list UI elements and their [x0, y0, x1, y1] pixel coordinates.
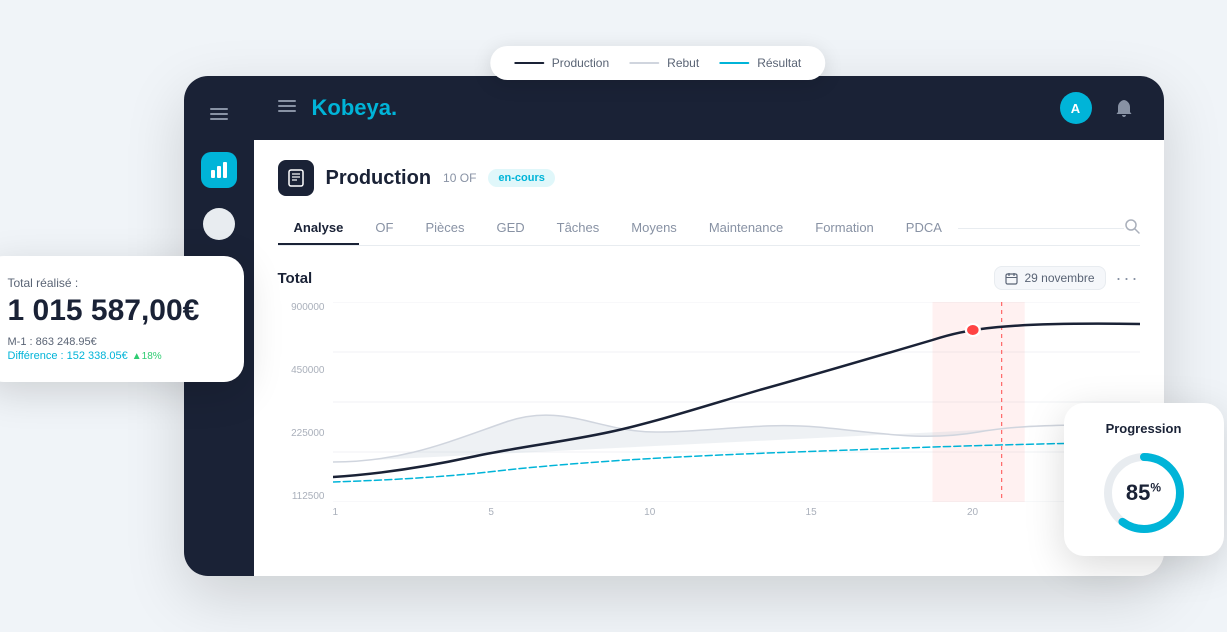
card-total-diff: Différence : 152 338.05€ ▲18% [8, 350, 220, 362]
tab-ged[interactable]: GED [480, 212, 540, 245]
legend-item-production: Production [514, 56, 609, 70]
logo-dot: . [391, 95, 397, 120]
tab-formation[interactable]: Formation [799, 212, 890, 245]
legend-label-resultat: Résultat [757, 56, 801, 70]
tab-pdca[interactable]: PDCA [890, 212, 958, 245]
legend-line-rebut [629, 62, 659, 64]
x-label-5: 20 [967, 507, 978, 518]
page-subtitle: 10 OF [443, 171, 476, 185]
progress-value: 85% [1126, 480, 1161, 506]
chart-more-button[interactable]: ··· [1116, 268, 1140, 289]
y-label-4: 112500 [292, 491, 325, 502]
page-title: Production [326, 167, 432, 190]
card-progression-title: Progression [1082, 421, 1206, 436]
tab-moyens[interactable]: Moyens [615, 212, 693, 245]
header: Kobeya. A [254, 76, 1164, 140]
chart-date-label: 29 novembre [1024, 271, 1094, 285]
chart-area [333, 302, 1140, 502]
card-total-diff-pct: ▲18% [132, 351, 162, 362]
card-total-label: Total réalisé : [8, 276, 220, 290]
tab-taches[interactable]: Tâches [541, 212, 616, 245]
tab-maintenance[interactable]: Maintenance [693, 212, 799, 245]
page-icon [278, 160, 314, 196]
x-label-4: 15 [806, 507, 817, 518]
sidebar-item-analytics[interactable] [201, 152, 237, 188]
nav-tabs: Analyse OF Pièces GED Tâches Moyens Main… [278, 212, 1140, 246]
legend-label-rebut: Rebut [667, 56, 699, 70]
chart-container: 900000 450000 225000 112500 [278, 302, 1140, 522]
card-total-value: 1 015 587,00€ [8, 294, 220, 328]
chart-header: Total 29 novembre ··· [278, 266, 1140, 290]
card-total: Total réalisé : 1 015 587,00€ M-1 : 863 … [0, 256, 244, 382]
y-label-3: 225000 [291, 428, 324, 439]
legend-line-resultat [719, 62, 749, 64]
legend-label-production: Production [552, 56, 609, 70]
chart-title: Total [278, 270, 313, 287]
notification-bell[interactable] [1108, 92, 1140, 124]
legend-item-resultat: Résultat [719, 56, 801, 70]
y-label-2: 450000 [291, 365, 324, 376]
dashboard-card: Kobeya. A [184, 76, 1164, 576]
scene: Production Rebut Résultat [64, 36, 1164, 596]
y-label-1: 900000 [291, 302, 324, 313]
card-total-prev: M-1 : 863 248.95€ [8, 336, 220, 348]
page-header: Production 10 OF en-cours [278, 160, 1140, 196]
tab-pieces[interactable]: Pièces [409, 212, 480, 245]
main-content: Production 10 OF en-cours Analyse OF Piè… [254, 140, 1164, 576]
user-avatar[interactable]: A [1060, 92, 1092, 124]
app-logo: Kobeya. [312, 95, 398, 121]
tab-analyse[interactable]: Analyse [278, 212, 360, 245]
sidebar-item-tasks[interactable] [203, 208, 235, 240]
chart-section: Total 29 novembre ··· [278, 266, 1140, 522]
sidebar-item-home[interactable] [201, 96, 237, 132]
x-label-3: 10 [644, 507, 655, 518]
status-badge: en-cours [488, 169, 554, 187]
legend-line-production [514, 62, 544, 64]
tab-of[interactable]: OF [359, 212, 409, 245]
x-label-2: 5 [488, 507, 494, 518]
search-button[interactable] [1124, 218, 1140, 239]
x-label-1: 1 [333, 507, 339, 518]
progress-ring: 85% [1099, 448, 1189, 538]
chart-date[interactable]: 29 novembre [994, 266, 1105, 290]
card-total-diff-label: Différence : 152 338.05€ [8, 350, 128, 362]
chart-y-labels: 900000 450000 225000 112500 [278, 302, 333, 502]
legend-item-rebut: Rebut [629, 56, 699, 70]
card-progression: Progression 85% [1064, 403, 1224, 556]
legend-card: Production Rebut Résultat [490, 46, 825, 80]
logo-text: Kobeya [312, 95, 391, 120]
chart-x-labels: 1 5 10 15 20 25 [333, 502, 1140, 522]
menu-icon[interactable] [278, 99, 296, 118]
